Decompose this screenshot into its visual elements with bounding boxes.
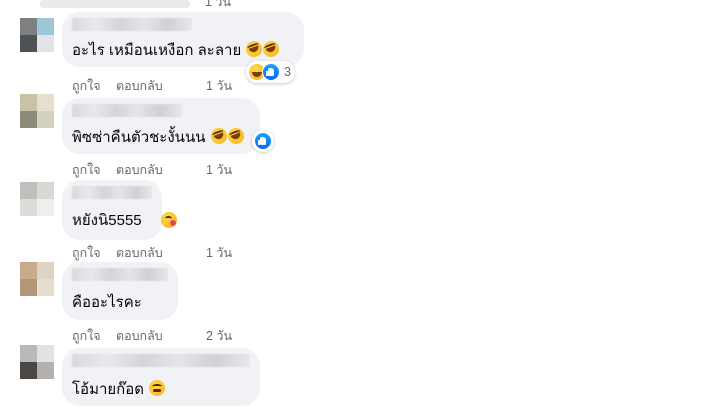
- rolling-on-floor-laughing-icon: [261, 38, 282, 60]
- comment-text-line: โอ้มายก๊อด: [72, 380, 166, 399]
- comment-text: หยังนิ5555: [72, 212, 142, 229]
- like-button[interactable]: ถูกใจ: [72, 243, 101, 263]
- rolling-on-floor-laughing-icon: [244, 38, 265, 60]
- comment-text: อะไร เหมือนเหงือก ละลาย: [72, 42, 242, 59]
- comment-text: พิซซ่าคืนตัวชะงั้นนน: [72, 129, 206, 146]
- comment-time[interactable]: 1 วัน: [206, 243, 232, 263]
- reply-button[interactable]: ตอบกลับ: [116, 326, 163, 346]
- comment-time[interactable]: 1 วัน: [206, 76, 232, 96]
- comment-bubble: พิซซ่าคืนตัวชะงั้นนน: [62, 98, 260, 154]
- avatar[interactable]: [20, 18, 54, 52]
- avatar[interactable]: [20, 182, 54, 216]
- hugging-face-icon: [161, 212, 177, 228]
- comment-text-line: พิซซ่าคืนตัวชะงั้นนน: [72, 125, 246, 147]
- blurred-commenter-name[interactable]: [72, 186, 152, 199]
- blurred-commenter-name[interactable]: [72, 268, 168, 281]
- comment-bubble: คืออะไรคะ: [62, 262, 178, 320]
- reaction-summary[interactable]: [252, 130, 274, 152]
- reply-button[interactable]: ตอบกลับ: [116, 160, 163, 180]
- comment-text-line: หยังนิ5555: [72, 212, 142, 230]
- comment-bubble: โอ้มายก๊อด: [62, 348, 260, 406]
- comment-text: คืออะไรคะ: [72, 294, 142, 311]
- reply-button[interactable]: ตอบกลับ: [116, 76, 163, 96]
- comments-screen: { "colors": { "bubble": "#f0f2f5", "acti…: [0, 0, 703, 412]
- persevering-face-icon: [149, 380, 166, 396]
- avatar[interactable]: [20, 262, 54, 296]
- comment-text-line: คืออะไรคะ: [72, 294, 142, 312]
- comment-time[interactable]: 1 วัน: [206, 160, 232, 180]
- like-reaction-icon: [254, 132, 272, 150]
- comment-text-line: อะไร เหมือนเหงือก ละลาย: [72, 38, 282, 60]
- blurred-commenter-name[interactable]: [72, 354, 250, 367]
- like-reaction-icon: [262, 63, 280, 81]
- like-button[interactable]: ถูกใจ: [72, 76, 101, 96]
- avatar[interactable]: [20, 94, 54, 128]
- rolling-on-floor-laughing-icon: [225, 125, 246, 147]
- reply-button[interactable]: ตอบกลับ: [116, 243, 163, 263]
- reaction-summary[interactable]: 3: [246, 61, 295, 83]
- avatar[interactable]: [20, 345, 54, 379]
- blurred-previous-comment: [40, 0, 190, 8]
- comment-time[interactable]: 2 วัน: [206, 326, 232, 346]
- comment-bubble: อะไร เหมือนเหงือก ละลาย: [62, 12, 304, 67]
- reaction-count: 3: [284, 65, 291, 79]
- previous-comment-time: 1 วัน: [205, 0, 231, 9]
- blurred-commenter-name[interactable]: [72, 104, 182, 117]
- comment-bubble: หยังนิ5555: [62, 180, 162, 240]
- blurred-commenter-name[interactable]: [72, 18, 192, 31]
- comment-text: โอ้มายก๊อด: [72, 381, 144, 398]
- like-button[interactable]: ถูกใจ: [72, 160, 101, 180]
- like-button[interactable]: ถูกใจ: [72, 326, 101, 346]
- rolling-on-floor-laughing-icon: [208, 125, 229, 147]
